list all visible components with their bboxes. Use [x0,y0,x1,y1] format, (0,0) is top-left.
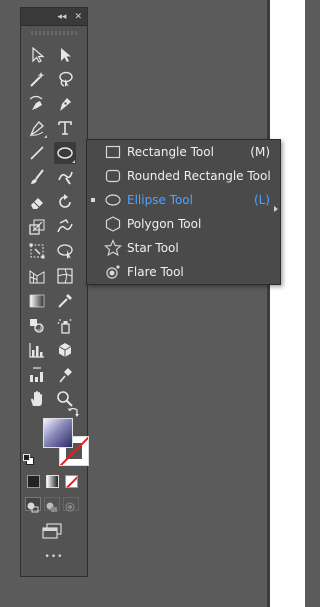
column-graph-tool[interactable] [26,339,48,361]
flyout-item-label: Ellipse Tool [127,193,193,207]
rectangle-icon [105,145,121,159]
flyout-item-shortcut: (M) [250,145,270,159]
has-more-tools-indicator [72,160,75,163]
blend-icon [30,319,44,333]
flyout-item-rounded-rectangle-tool[interactable]: Rounded Rectangle Tool [87,164,280,188]
arrow-filled-icon [61,48,71,62]
eyedropper-tool[interactable] [54,290,76,312]
has-more-tools-indicator [44,135,47,138]
slice-icon [30,367,43,382]
flyout-item-rectangle-tool[interactable]: Rectangle Tool (M) [87,140,280,164]
flyout-item-label: Rectangle Tool [127,145,214,159]
mesh-tool[interactable] [54,265,76,287]
flyout-item-shortcut: (L) [253,193,270,207]
rotate-tool[interactable] [54,191,76,213]
default-fill-stroke-icon[interactable] [23,451,35,465]
gradient-tool[interactable] [26,290,48,312]
eyedropper-icon [58,294,72,308]
pen-icon [60,98,71,111]
close-panel-icon[interactable]: ✕ [74,12,82,22]
color-mode-button[interactable] [27,475,40,488]
selection-tool[interactable] [26,44,48,66]
panel-grip[interactable] [31,31,77,35]
flyout-item-polygon-tool[interactable]: Polygon Tool [87,212,280,236]
swap-fill-stroke-icon[interactable] [67,403,79,417]
type-tool[interactable] [54,117,76,139]
flyout-item-ellipse-tool[interactable]: Ellipse Tool (L) [87,188,280,212]
blend-tool[interactable] [26,315,48,337]
curvature-pen-icon [29,95,43,110]
flyout-item-label: Polygon Tool [127,217,202,231]
artboard-icon [58,343,72,357]
star-icon [104,239,122,257]
flyout-item-flare-tool[interactable]: Flare Tool [87,260,280,284]
type-t-icon [58,121,72,135]
ellipse-tool[interactable] [54,142,76,164]
pen-tool[interactable] [54,93,76,115]
line-tool[interactable] [26,142,48,164]
edit-toolbar-button[interactable]: ••• [21,552,87,562]
shape-builder-tool[interactable] [54,240,76,262]
brush-icon [31,169,44,184]
flare-icon [106,265,120,279]
puppet-warp-tool[interactable] [54,364,76,386]
change-screen-mode-button[interactable] [39,522,65,540]
fill-color-swatch[interactable] [43,418,73,448]
scale-icon [29,219,45,235]
warp-tool[interactable] [54,216,76,238]
flyout-item-label: Rounded Rectangle Tool [127,169,271,183]
tear-off-arrow-icon[interactable] [274,206,278,212]
rounded-rectangle-icon [105,169,121,183]
draw-normal-button[interactable] [25,497,41,513]
perspective-grid-tool[interactable] [26,265,48,287]
symbol-sprayer-tool[interactable] [54,315,76,337]
free-transform-tool[interactable] [26,240,48,262]
artboard-tool[interactable] [54,339,76,361]
flyout-item-label: Flare Tool [127,265,184,279]
mesh-icon [57,268,73,284]
shaper-icon [58,171,73,185]
polygon-icon [105,216,121,232]
free-transform-icon [29,243,45,259]
eraser-icon [31,198,43,209]
active-tool-indicator [91,198,95,202]
column-graph-icon [29,343,44,358]
none-slash-icon [66,476,77,487]
direct-selection-tool[interactable] [54,44,76,66]
slice-tool[interactable] [26,364,48,386]
none-mode-button[interactable] [65,475,78,488]
draw-behind-button[interactable] [44,497,60,512]
magic-wand-tool[interactable] [26,68,48,90]
flyout-item-label: Star Tool [127,241,179,255]
pin-icon [59,368,72,383]
draw-inside-button[interactable] [63,497,79,512]
perspective-grid-icon [29,270,45,284]
shaper-tool[interactable] [54,166,76,188]
flyout-item-star-tool[interactable]: Star Tool [87,236,280,260]
gradient-mode-button[interactable] [46,475,59,488]
symbol-sprayer-icon [57,319,72,334]
warp-icon [57,219,73,233]
collapse-panel-icon[interactable]: ◂◂ [57,12,66,22]
eraser-tool[interactable] [26,191,48,213]
tools-panel-titlebar: ◂◂ ✕ [21,8,87,26]
canvas-area[interactable] [270,0,305,607]
hand-icon [31,391,42,406]
gradient-icon [29,294,45,308]
curvature-tool[interactable] [26,93,48,115]
shape-builder-icon [57,244,73,259]
lasso-tool[interactable] [54,68,76,90]
hand-tool[interactable] [26,388,48,410]
scale-tool[interactable] [26,216,48,238]
tools-panel: ◂◂ ✕ ••• [20,7,89,577]
shape-tools-flyout: Rectangle Tool (M) Rounded Rectangle Too… [86,139,281,285]
brush-tool[interactable] [26,166,48,188]
arrow-outline-icon [32,46,45,63]
magic-wand-icon [30,72,45,87]
ellipse-icon [105,194,121,206]
rotate-icon [59,194,71,208]
paintbrush-tool[interactable] [26,117,48,139]
line-segment-icon [30,146,44,160]
lasso-icon [59,71,73,87]
